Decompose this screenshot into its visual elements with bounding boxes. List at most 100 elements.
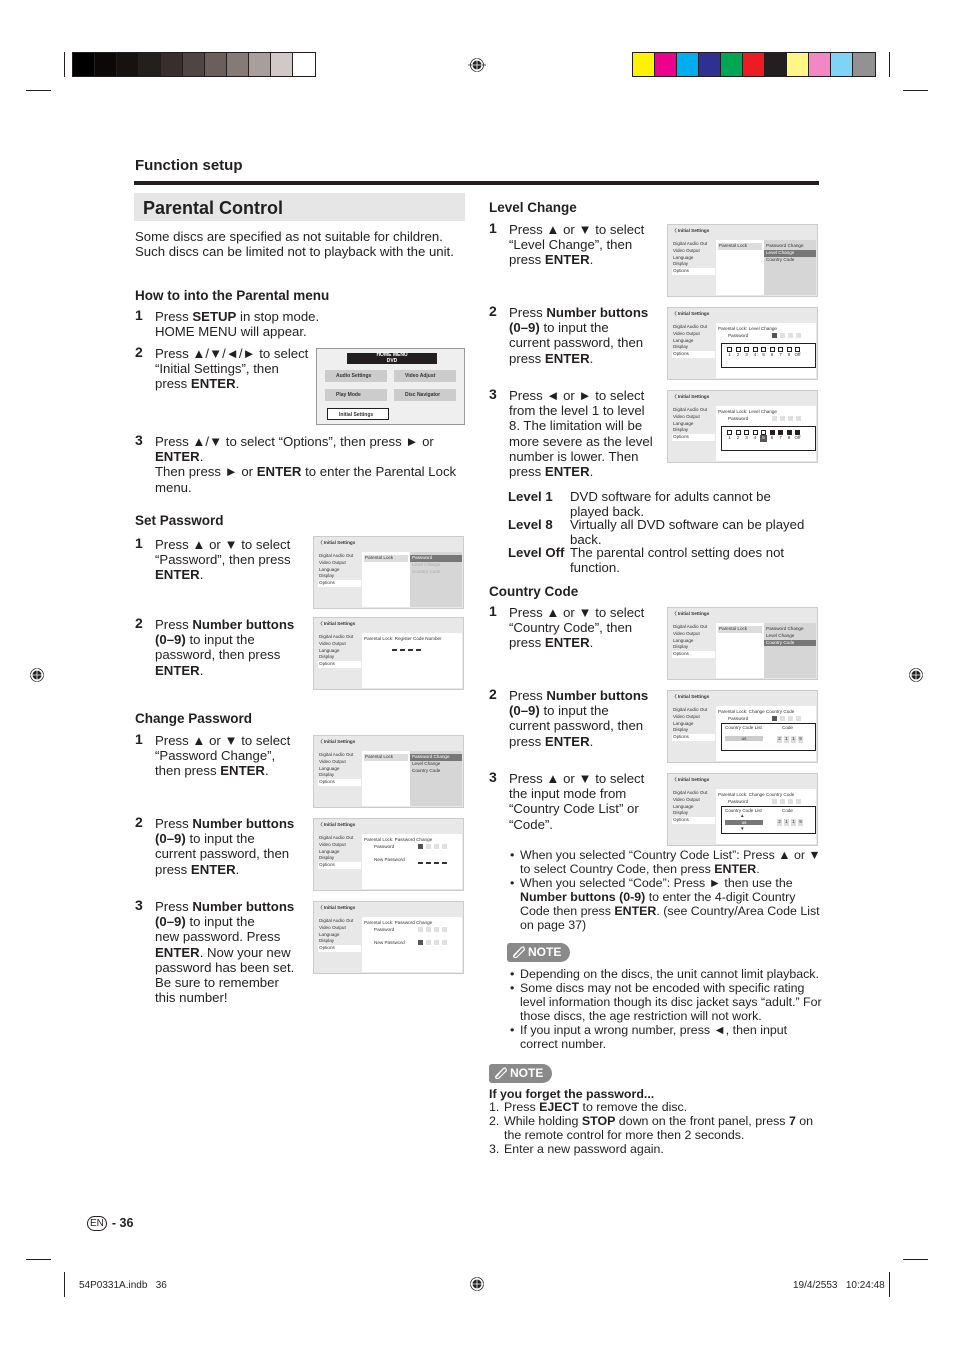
current-password-screen: 〈 Initial Settings Digital Audio Out Video… (313, 818, 464, 891)
screen-title: Parental Lock: Register Code Number (364, 636, 442, 641)
password-label: Password (374, 844, 395, 849)
password-label: Password (728, 416, 749, 421)
settings-menu: Digital Audio Out Video Output Language Dis… (672, 624, 715, 658)
list-item: 1. Press EJECT to remove the disc. (489, 1100, 688, 1114)
submenu: Password Change Level Change Country Code (764, 240, 816, 295)
level-lock: 2 (735, 347, 742, 359)
password-digit (788, 716, 793, 722)
gray-swatch (227, 53, 249, 76)
settings-menu-item: Display (319, 654, 335, 660)
settings-menu-item: Language (319, 931, 340, 937)
settings-menu-item: Language (673, 637, 694, 643)
register-password-screen: 〈 Initial Settings Digital Audio Out Video… (313, 617, 464, 690)
settings-menu-item: Display (673, 427, 689, 433)
color-swatch (721, 53, 743, 76)
note2-list: 1. Press EJECT to remove the disc. 2. Whil… (489, 1100, 819, 1156)
password-digit (780, 333, 785, 339)
settings-menu-item: Video Output (673, 330, 700, 336)
home-menu-screen: HOME MENU DVD Audio Settings Video Adjust… (316, 348, 465, 425)
country-password-screen: 〈 Initial Settings Digital Audio Out Video… (667, 690, 818, 763)
code-digit: 2 (777, 736, 782, 743)
level-select-screen: 〈 Initial Settings Digital Audio Out Video… (667, 390, 818, 463)
code-digit: 1 (784, 819, 789, 826)
settings-menu-item: Digital Audio Out (673, 241, 708, 246)
level-lock: Off (794, 430, 801, 442)
submenu-item: Level Change (766, 632, 795, 638)
screen-header: 〈 Initial Settings (672, 777, 710, 782)
screen-header: 〈 Initial Settings (318, 540, 356, 545)
password-digit (426, 844, 431, 850)
screen-header: 〈 Initial Settings (318, 739, 356, 744)
password-digit (442, 844, 447, 850)
parental-lock-label: Parental Lock (718, 626, 762, 633)
parental-lock-label: Parental Lock (718, 243, 762, 250)
parental-lock-label: Parental Lock (364, 555, 408, 562)
password-digit (772, 416, 777, 422)
country-list-label: Country Code List (725, 725, 762, 730)
change-password-heading: Change Password (135, 711, 253, 726)
country-code-select-screen: 〈 Initial Settings Digital Audio Out Video… (667, 607, 818, 680)
submenu: Password Change Level Change Country Code (410, 751, 462, 806)
level-label: 4 (753, 352, 757, 357)
settings-menu-item: Video Output (319, 559, 346, 565)
settings-menu-item: Digital Audio Out (319, 553, 354, 558)
color-swatch (633, 53, 655, 76)
settings-menu-item: Language (319, 566, 340, 572)
settings-menu-item: Video Output (673, 630, 700, 636)
settings-menu-item: Digital Audio Out (673, 324, 708, 329)
country-code-box: Country Code List Code us 2119 (721, 723, 816, 751)
settings-menu-item: Language (673, 420, 694, 426)
settings-menu-item: Digital Audio Out (673, 407, 708, 412)
password-digit (796, 333, 801, 339)
crop-mark (903, 90, 928, 91)
gray-swatch (95, 53, 117, 76)
password-digit (434, 927, 439, 933)
code-digit: 9 (798, 736, 803, 743)
color-calibration-bar (632, 52, 876, 77)
screen-header: 〈 Initial Settings (672, 228, 710, 233)
color-swatch (765, 53, 787, 76)
settings-menu-item: Language (319, 765, 340, 771)
password-label: Password (728, 716, 749, 721)
password-digit (418, 927, 423, 933)
screen-title: Parental Lock: Level Change (718, 326, 777, 331)
level-label: 1 (728, 352, 731, 357)
settings-menu: Digital Audio Out Video Output Language Dis… (672, 324, 715, 358)
crop-mark (903, 1259, 928, 1260)
how-to-heading: How to into the Parental menu (135, 288, 330, 303)
settings-menu-item: Video Output (673, 413, 700, 419)
submenu-item: Password Change (766, 243, 804, 248)
password-digit (796, 416, 801, 422)
settings-menu: Digital Audio Out Video Output Language Dis… (672, 407, 715, 441)
file-name: 54P0331A.indb 36 (79, 1280, 167, 1291)
screen-title: Parental Lock: Change Country Code (718, 792, 795, 797)
level-lock: 1 (726, 347, 733, 359)
level-label: Off (794, 352, 801, 357)
paperclip-icon (495, 1067, 507, 1080)
password-digit (772, 333, 777, 339)
list-item: 3. Enter a new password again. (489, 1142, 664, 1156)
password-label: Password (728, 333, 749, 338)
password-digit (434, 844, 439, 850)
password-slot (426, 861, 431, 864)
level-lock: 6 (769, 347, 776, 359)
submenu-item: Password Change (410, 754, 462, 761)
level-lock: 3 (743, 347, 750, 359)
screen-header: 〈 Initial Settings (672, 311, 710, 316)
level-lock: 6 (769, 430, 776, 442)
note1-bullets: Depending on the discs, the unit cannot … (508, 967, 823, 1051)
settings-menu-item: Video Output (673, 713, 700, 719)
settings-menu-item: Display (319, 573, 335, 579)
settings-menu-item: Options (672, 651, 715, 658)
password-digit (426, 940, 431, 946)
password-label: New Password (374, 857, 405, 862)
settings-menu-item: Options (318, 580, 361, 587)
level-lock: 4 (752, 347, 759, 359)
password-digit (780, 716, 785, 722)
screen-header: 〈 Initial Settings (672, 394, 710, 399)
settings-menu-item: Language (673, 337, 694, 343)
settings-menu-item: Display (319, 772, 335, 778)
settings-menu-item: Digital Audio Out (673, 624, 708, 629)
level-password-screen: 〈 Initial Settings Digital Audio Out Video… (667, 307, 818, 380)
note-badge: NOTE (507, 943, 570, 962)
